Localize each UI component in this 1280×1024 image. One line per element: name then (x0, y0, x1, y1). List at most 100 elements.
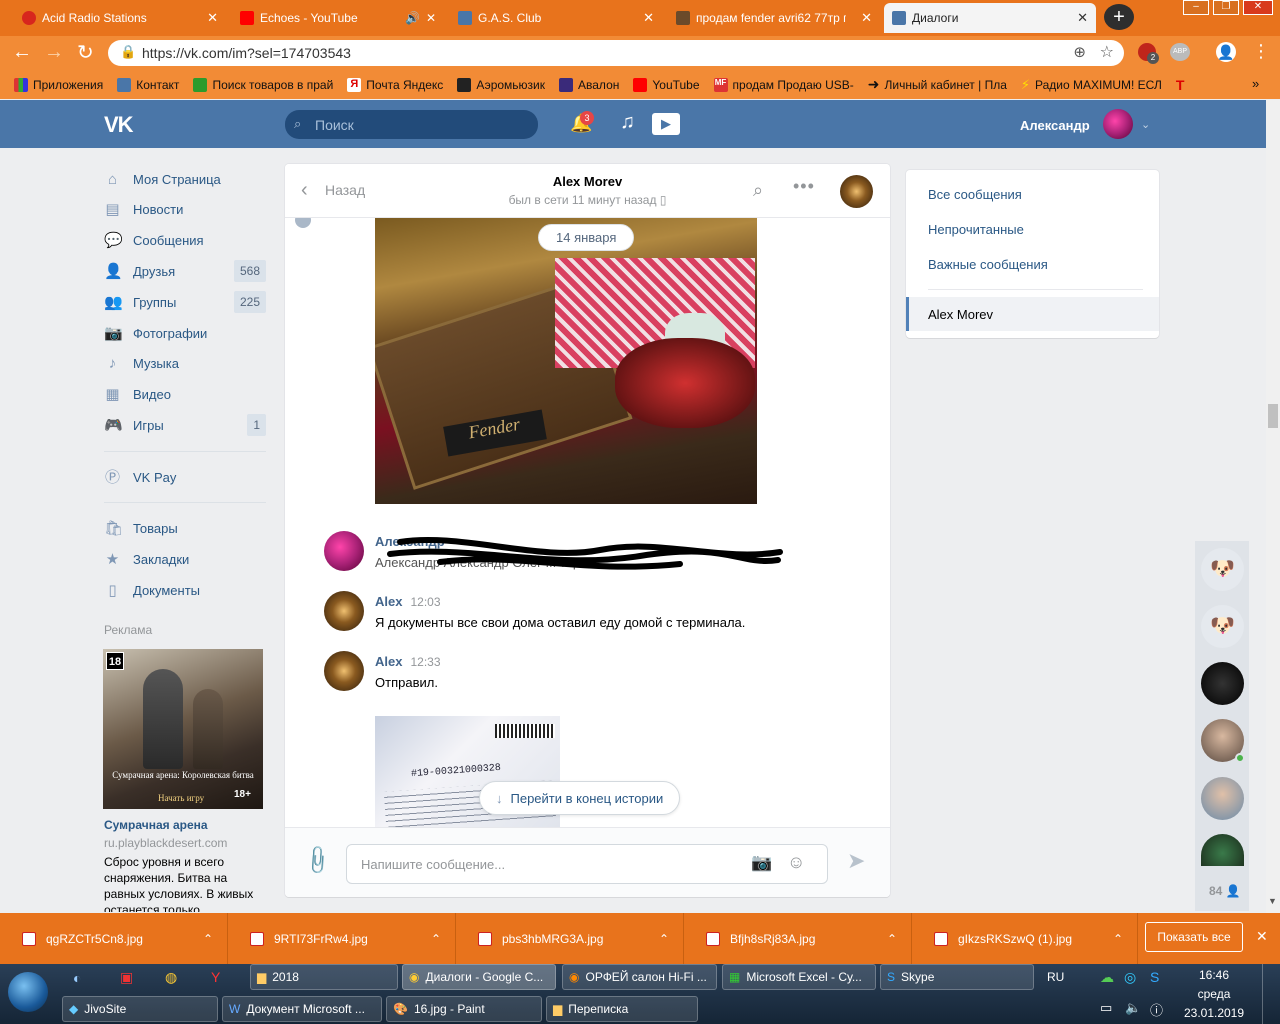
download-item[interactable]: Bfjh8sRj83A.jpg ⌃ (684, 913, 912, 964)
speaker-icon[interactable]: 🔊 (405, 11, 420, 25)
message-author[interactable]: Alex (375, 654, 402, 669)
sidebar-item-photos[interactable]: 📷 Фотографии (104, 320, 266, 346)
user-name[interactable]: Александр (1020, 118, 1090, 133)
tab-acid-radio[interactable]: Acid Radio Stations ✕ (14, 3, 226, 33)
chevron-down-icon[interactable]: ⌄ (1141, 118, 1150, 131)
back-button[interactable]: Назад (325, 182, 365, 198)
sender-avatar[interactable] (324, 591, 364, 631)
tab-dialogs[interactable]: Диалоги ✕ (884, 3, 1096, 33)
filter-all-messages[interactable]: Все сообщения (928, 187, 1022, 202)
chevron-up-icon[interactable]: ⌃ (431, 932, 441, 946)
minimize-icon[interactable]: – (1183, 0, 1209, 15)
sender-avatar[interactable] (324, 531, 364, 571)
jump-to-end-button[interactable]: ↓ Перейти в конец истории (479, 781, 681, 815)
opera-extension-icon[interactable]: 2 (1138, 43, 1159, 64)
skype-tray-icon[interactable]: S (1150, 969, 1159, 985)
sidebar-item-documents[interactable]: ▯ Документы (104, 577, 266, 603)
start-button[interactable] (8, 972, 48, 1012)
sidebar-item-games[interactable]: 🎮 Игры 1 (104, 412, 266, 438)
bookmark-cabinet[interactable]: ➜ Личный кабинет | Пла (868, 76, 1007, 93)
bookmark-avalon[interactable]: Авалон (559, 77, 619, 92)
volume-icon[interactable]: 🔈 (1125, 1000, 1141, 1016)
video-play-icon[interactable]: ▶ (652, 113, 680, 135)
close-icon[interactable]: ✕ (861, 10, 872, 26)
taskbar-item-paint[interactable]: 🎨 16.jpg - Paint (386, 996, 542, 1022)
download-item[interactable]: pbs3hbMRG3A.jpg ⌃ (456, 913, 684, 964)
default-avatar-icon[interactable]: 🐶 (1201, 548, 1244, 591)
taskbar-item-correspondence[interactable]: ▆ Переписка (546, 996, 698, 1022)
close-icon[interactable]: ✕ (643, 10, 654, 26)
sidebar-item-friends[interactable]: 👤 Друзья 568 (104, 258, 266, 284)
taskbar-item-jivosite[interactable]: ◆ JivoSite (62, 996, 218, 1022)
default-avatar-icon[interactable]: 🐶 (1201, 605, 1244, 648)
clock[interactable]: 16:46 среда 23.01.2019 (1178, 966, 1250, 1023)
download-item[interactable]: 9RTI73FrRw4.jpg ⌃ (228, 913, 456, 964)
forward-arrow-icon[interactable]: → (44, 41, 64, 64)
chevron-up-icon[interactable]: ⌃ (1113, 932, 1123, 946)
send-icon[interactable]: ➤ (847, 848, 865, 874)
close-icon[interactable]: ✕ (426, 11, 436, 25)
bookmark-usb[interactable]: MF продам Продаю USB- (713, 77, 854, 92)
quicklaunch-icon[interactable]: ◐ (73, 970, 81, 986)
language-indicator[interactable]: RU (1047, 970, 1064, 984)
yandex-browser-icon[interactable]: Y (211, 969, 220, 985)
user-avatar[interactable] (1103, 109, 1133, 139)
network-icon[interactable]: ▭ (1100, 1000, 1112, 1016)
chevron-up-icon[interactable]: ⌃ (887, 932, 897, 946)
show-all-downloads-button[interactable]: Показать все (1145, 922, 1243, 952)
music-note-icon[interactable]: ♫ (620, 111, 635, 134)
taskbar-item-firefox[interactable]: ◉ ОРФЕЙ салон Hi-Fi ... (562, 964, 717, 990)
sidebar-item-goods[interactable]: 🛍 Товары (104, 515, 266, 541)
info-icon[interactable]: ⓘ (1150, 1000, 1163, 1019)
taskbar-item-skype[interactable]: S Skype (880, 964, 1034, 990)
menu-dots-icon[interactable]: ⋮ (1252, 41, 1270, 62)
bookmark-contact[interactable]: Контакт (117, 77, 179, 92)
tray-icon[interactable]: ◎ (1124, 969, 1136, 986)
taskbar-item-folder-2018[interactable]: ▆ 2018 (250, 964, 398, 990)
sidebar-item-bookmarks[interactable]: ★ Закладки (104, 546, 266, 572)
taskbar-item-word[interactable]: W Документ Microsoft ... (222, 996, 382, 1022)
sidebar-item-news[interactable]: ▤ Новости (104, 196, 266, 222)
download-item[interactable]: qgRZCTr5Cn8.jpg ⌃ (0, 913, 228, 964)
online-friends-count[interactable]: 84 👤 (1209, 884, 1241, 898)
adblock-icon[interactable]: ABP (1170, 43, 1190, 61)
chevron-up-icon[interactable]: ⌃ (659, 932, 669, 946)
search-input[interactable]: ⌕ Поиск (285, 110, 538, 139)
active-dialog-item[interactable]: Alex Morev (906, 297, 1159, 331)
more-dots-icon[interactable]: ••• (793, 176, 815, 197)
ad-domain[interactable]: ru.playblackdesert.com (104, 836, 227, 850)
peer-name[interactable]: Alex Morev (435, 174, 740, 189)
taskbar-item-excel[interactable]: ▦ Microsoft Excel - Су... (722, 964, 876, 990)
bookmark-star-icon[interactable]: ☆ (1100, 42, 1114, 62)
search-icon[interactable]: ⌕ (753, 180, 763, 201)
sidebar-item-music[interactable]: ♪ Музыка (104, 350, 266, 376)
maximize-icon[interactable]: ❐ (1213, 0, 1239, 15)
bookmark-t[interactable]: T (1176, 77, 1185, 93)
filter-important[interactable]: Важные сообщения (928, 257, 1048, 272)
close-icon[interactable]: ✕ (1256, 928, 1268, 945)
vk-logo[interactable]: VK (104, 112, 134, 138)
sidebar-item-messages[interactable]: 💬 Сообщения (104, 227, 266, 253)
peer-avatar[interactable] (840, 175, 873, 208)
friend-avatar[interactable] (1201, 777, 1244, 820)
close-icon[interactable]: ✕ (1077, 10, 1088, 26)
more-bookmarks-icon[interactable]: » (1252, 76, 1259, 91)
sidebar-item-video[interactable]: ▦ Видео (104, 381, 266, 407)
url-input[interactable]: 🔒 https://vk.com/im?sel=174703543 ⊕ ☆ (108, 40, 1124, 66)
sidebar-item-groups[interactable]: 👥 Группы 225 (104, 289, 266, 315)
bookmark-youtube[interactable]: YouTube (633, 77, 700, 92)
back-arrow-icon[interactable]: ← (12, 41, 32, 64)
tab-gas-club[interactable]: G.A.S. Club ✕ (450, 3, 662, 33)
filter-unread[interactable]: Непрочитанные (928, 222, 1024, 237)
ad-image[interactable]: 18 Сумрачная арена: Королевская битва На… (103, 649, 263, 809)
quicklaunch-icon[interactable]: ◍ (165, 969, 177, 986)
bookmark-price-search[interactable]: Поиск товаров в прай (193, 77, 333, 92)
message-input[interactable]: Напишите сообщение... 📷 ☺ (346, 844, 828, 884)
zoom-icon[interactable]: ⊕ (1073, 43, 1086, 61)
close-window-icon[interactable]: ✕ (1243, 0, 1273, 15)
taskbar-item-chrome[interactable]: ◉ Диалоги - Google C... (402, 964, 556, 990)
download-item[interactable]: gIkzsRKSzwQ (1).jpg ⌃ (912, 913, 1138, 964)
chevron-left-icon[interactable]: ‹ (301, 179, 308, 202)
bookmark-apps[interactable]: Приложения (14, 77, 103, 92)
show-desktop-button[interactable] (1262, 964, 1280, 1024)
